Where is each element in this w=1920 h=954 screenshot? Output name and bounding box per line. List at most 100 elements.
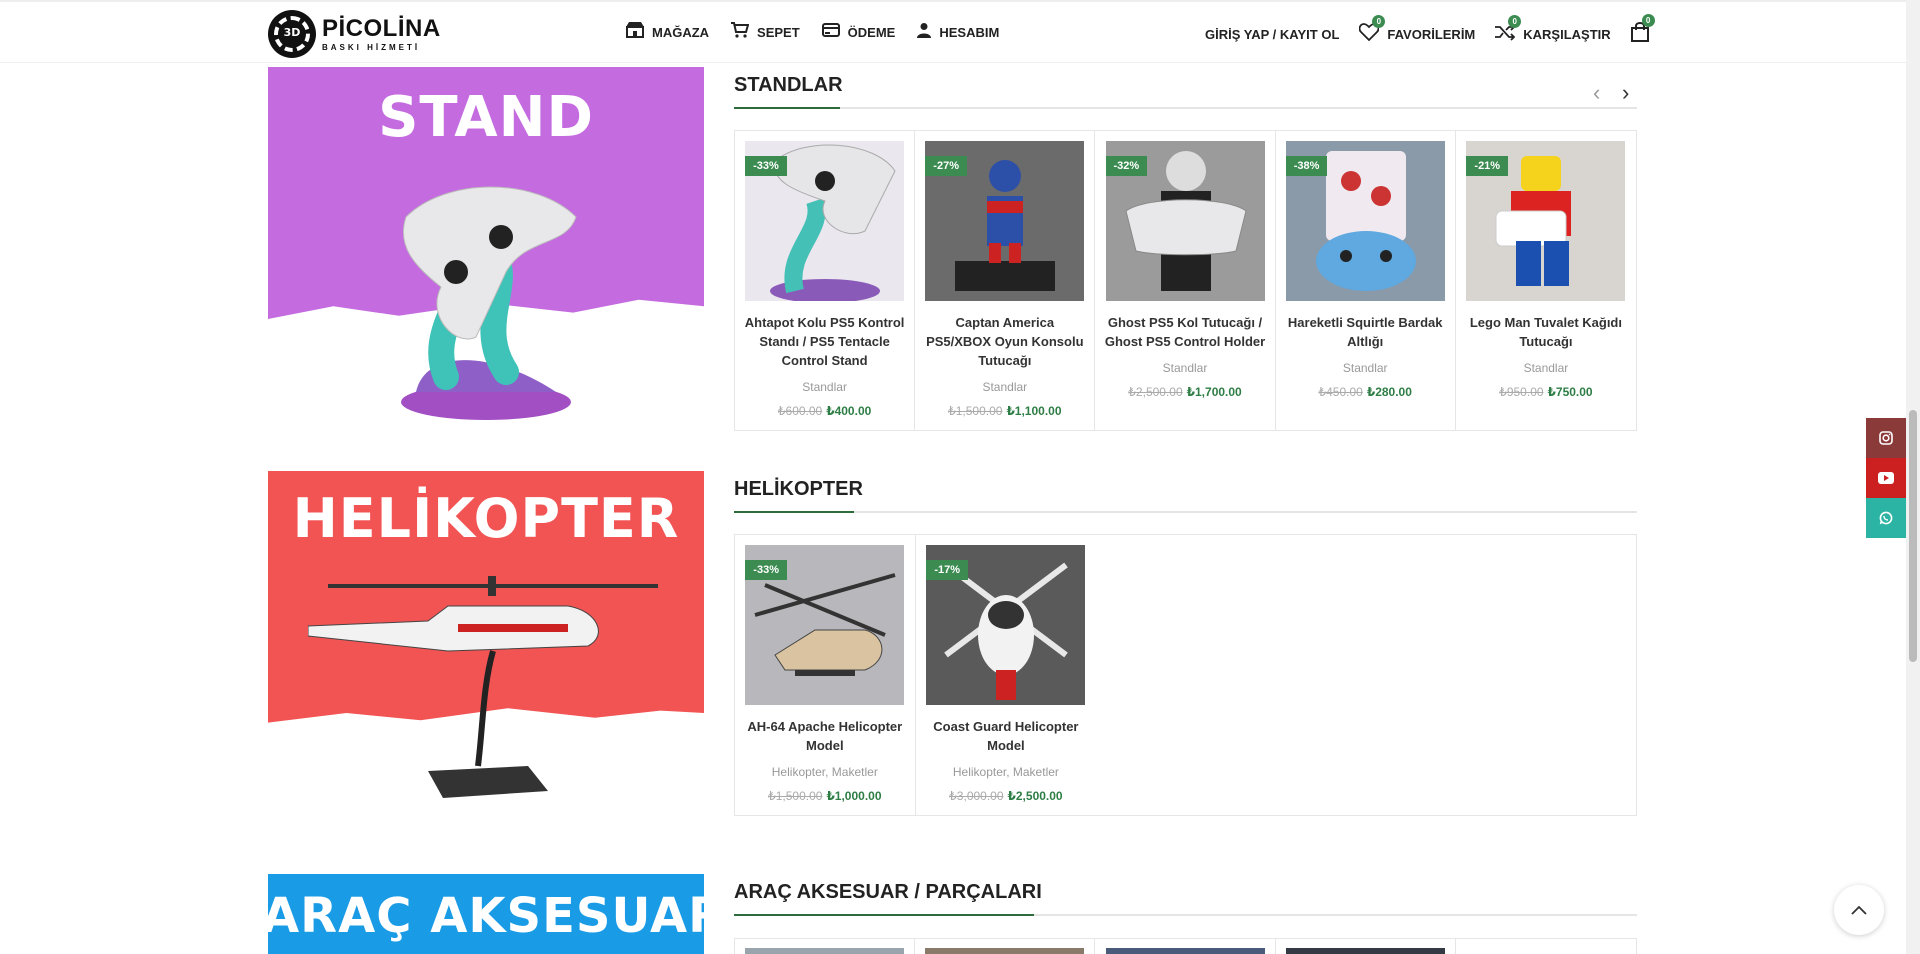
product-card[interactable]: -17% Coast Guard Helicopter Model Heliko… <box>916 535 1097 815</box>
product-category[interactable]: Standlar <box>1276 361 1455 375</box>
shopping-bag-icon: 0 <box>1630 14 1655 47</box>
nav-checkout-label: ÖDEME <box>847 25 896 40</box>
product-category[interactable]: Helikopter, Maketler <box>916 765 1097 779</box>
main-nav: MAĞAZA SEPET ÖDEME HESABIM <box>626 22 999 43</box>
card-icon <box>821 23 840 42</box>
product-name[interactable]: Coast Guard Helicopter Model <box>916 705 1097 755</box>
arac-banner[interactable]: ARAÇ AKSESUAR <box>268 874 704 954</box>
page-scrollbar[interactable] <box>1906 0 1920 954</box>
product-name[interactable]: Ghost PS5 Kol Tutucağı / Ghost PS5 Contr… <box>1095 301 1274 351</box>
favorites-label: FAVORİLERİM <box>1387 27 1476 42</box>
nav-checkout[interactable]: ÖDEME <box>821 22 896 43</box>
nav-store-label: MAĞAZA <box>652 25 710 40</box>
product-image[interactable]: -27% <box>925 141 1085 301</box>
whatsapp-button[interactable] <box>1866 498 1906 538</box>
section-divider <box>734 914 1637 916</box>
discount-badge: -33% <box>745 156 787 176</box>
product-card[interactable] <box>735 939 916 954</box>
logo-title: PİCOLİNA <box>322 14 441 42</box>
sale-price: ₺280.00 <box>1366 385 1412 399</box>
product-category[interactable]: Standlar <box>735 380 914 394</box>
section-title-standlar: STANDLAR <box>734 74 843 96</box>
product-image[interactable]: -17% <box>926 545 1086 705</box>
product-name[interactable]: Hareketli Squirtle Bardak Altlığı <box>1276 301 1455 351</box>
youtube-button[interactable] <box>1866 458 1906 498</box>
product-image[interactable] <box>745 948 905 954</box>
header-actions: GİRİŞ YAP / KAYIT OL 0 FAVORİLERİM 0 KAR… <box>1205 14 1657 47</box>
product-card[interactable]: -27% Captan America PS5/XBOX Oyun Konsol… <box>915 131 1096 430</box>
product-card[interactable] <box>1276 939 1456 954</box>
nav-account-label: HESABIM <box>939 25 1000 40</box>
product-card[interactable]: -38% Hareketli Squirtle Bardak Altlığı S… <box>1276 131 1456 430</box>
scroll-to-top-button[interactable] <box>1834 885 1884 935</box>
product-name[interactable]: Captan America PS5/XBOX Oyun Konsolu Tut… <box>915 301 1094 370</box>
nav-store[interactable]: MAĞAZA <box>626 22 709 43</box>
old-price: ₺1,500.00 <box>768 789 823 803</box>
compare-count: 0 <box>1508 15 1522 28</box>
product-category[interactable]: Standlar <box>1095 361 1274 375</box>
product-image[interactable]: -38% <box>1285 141 1445 301</box>
product-card[interactable]: -33% AH-64 Apache Helicopter Model Helik… <box>735 535 916 815</box>
helicopter-illustration <box>308 576 658 798</box>
product-name[interactable]: Lego Man Tuvalet Kağıdı Tutucağı <box>1456 301 1636 351</box>
product-image[interactable]: -33% <box>745 141 905 301</box>
site-logo[interactable]: 3D PİCOLİNA BASKI HİZMETİ <box>268 10 441 58</box>
section-divider <box>734 511 1637 513</box>
product-image[interactable]: -32% <box>1105 141 1265 301</box>
product-price: ₺950.00 ₺750.00 <box>1456 385 1636 399</box>
product-image[interactable] <box>1105 948 1265 954</box>
product-card[interactable]: -32% Ghost PS5 Kol Tutucağı / Ghost PS5 … <box>1095 131 1276 430</box>
logo-subtitle: BASKI HİZMETİ <box>322 42 421 52</box>
scrollbar-thumb[interactable] <box>1909 410 1917 662</box>
instagram-icon <box>1879 431 1893 445</box>
old-price: ₺950.00 <box>1499 385 1544 399</box>
product-card[interactable] <box>1095 939 1276 954</box>
favorites-link[interactable]: 0 FAVORİLERİM <box>1359 15 1476 46</box>
product-category[interactable]: Standlar <box>1456 361 1636 375</box>
stand-banner[interactable]: STAND <box>268 67 704 430</box>
sale-price: ₺750.00 <box>1547 385 1593 399</box>
discount-badge: -27% <box>925 156 967 176</box>
product-image[interactable] <box>925 948 1085 954</box>
product-card[interactable] <box>915 939 1096 954</box>
carousel-prev-button[interactable]: ‹ <box>1593 80 1600 106</box>
product-card[interactable]: -33% Ahtapot Kolu PS5 Kontrol Standı / P… <box>735 131 916 430</box>
logo-mark-text: 3D <box>283 26 301 39</box>
discount-badge: -17% <box>926 560 969 580</box>
product-price: ₺2,500.00 ₺1,700.00 <box>1095 385 1274 399</box>
product-category[interactable]: Helikopter, Maketler <box>735 765 915 779</box>
product-image[interactable]: -33% <box>745 545 905 705</box>
nav-account[interactable]: HESABIM <box>917 22 999 43</box>
discount-badge: -38% <box>1285 156 1328 176</box>
product-name[interactable]: Ahtapot Kolu PS5 Kontrol Standı / PS5 Te… <box>735 301 914 370</box>
shuffle-icon: 0 <box>1495 15 1522 46</box>
site-header: 3D PİCOLİNA BASKI HİZMETİ MAĞAZA SEPET Ö… <box>0 0 1906 63</box>
compare-link[interactable]: 0 KARŞILAŞTIR <box>1495 15 1611 46</box>
product-image[interactable] <box>1285 948 1445 954</box>
whatsapp-icon <box>1879 511 1893 525</box>
product-name[interactable]: AH-64 Apache Helicopter Model <box>735 705 915 755</box>
section-divider <box>734 107 1637 109</box>
product-price: ₺450.00 ₺280.00 <box>1276 385 1455 399</box>
bag-button[interactable]: 0 <box>1630 14 1657 47</box>
logo-mark: 3D <box>268 10 316 58</box>
instagram-button[interactable] <box>1866 418 1906 458</box>
product-price: ₺1,500.00 ₺1,100.00 <box>915 404 1094 418</box>
user-icon <box>917 22 932 43</box>
discount-badge: -21% <box>1466 156 1509 176</box>
old-price: ₺3,000.00 <box>949 789 1004 803</box>
nav-cart[interactable]: SEPET <box>731 22 800 43</box>
helikopter-banner[interactable]: HELİKOPTER <box>268 471 704 816</box>
discount-badge: -32% <box>1105 156 1148 176</box>
carousel-next-button[interactable]: › <box>1622 80 1629 106</box>
product-card[interactable]: -21% Lego Man Tuvalet Kağıdı Tutucağı St… <box>1456 131 1636 430</box>
product-grid-standlar: -33% Ahtapot Kolu PS5 Kontrol Standı / P… <box>734 130 1637 431</box>
product-card[interactable] <box>1456 939 1636 954</box>
product-grid-helikopter: -33% AH-64 Apache Helicopter Model Helik… <box>734 534 1637 816</box>
youtube-icon <box>1878 472 1894 484</box>
login-register-link[interactable]: GİRİŞ YAP / KAYIT OL <box>1205 27 1339 42</box>
product-price: ₺3,000.00 ₺2,500.00 <box>916 789 1097 803</box>
sale-price: ₺1,100.00 <box>1006 404 1062 418</box>
product-image[interactable]: -21% <box>1466 141 1626 301</box>
product-category[interactable]: Standlar <box>915 380 1094 394</box>
